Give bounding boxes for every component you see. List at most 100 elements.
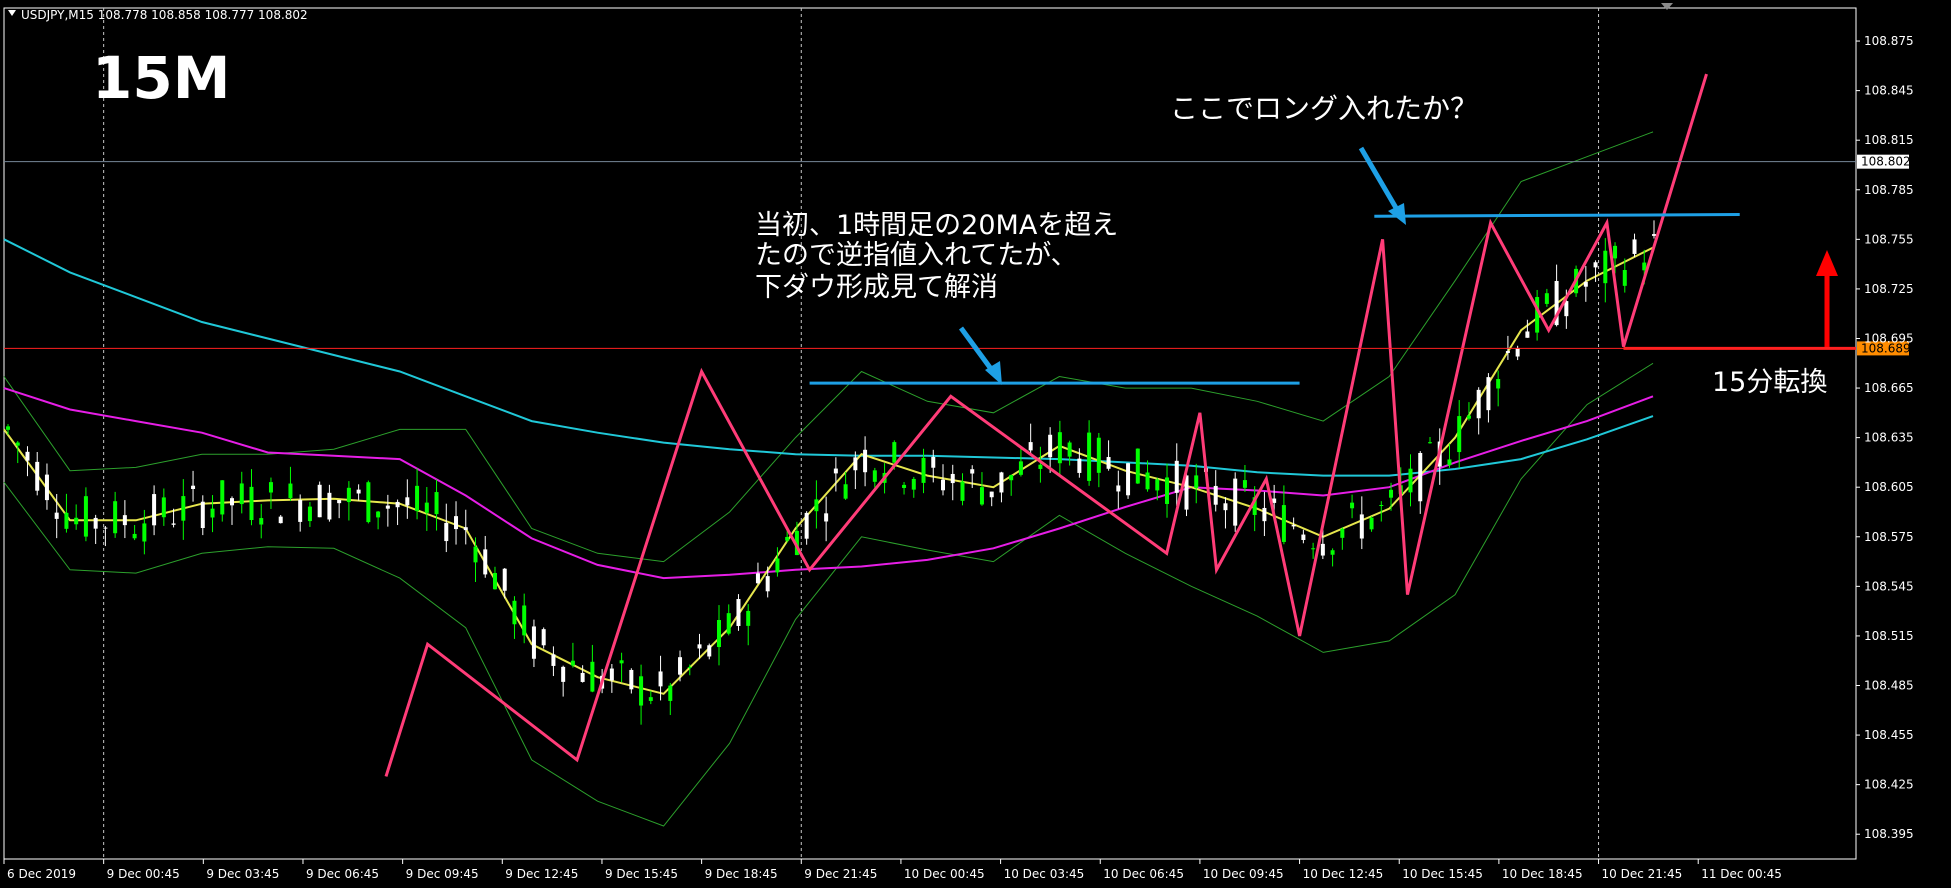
candle-body-10 bbox=[103, 527, 108, 529]
candle-body-53 bbox=[522, 605, 527, 636]
candle-body-55 bbox=[541, 629, 546, 646]
candle-body-18 bbox=[181, 496, 186, 521]
candle-body-153 bbox=[1496, 379, 1501, 389]
candle-body-4 bbox=[44, 474, 49, 501]
x-tick-label-5: 9 Dec 12:45 bbox=[505, 867, 578, 881]
current-price-label: 108.802 bbox=[1861, 155, 1911, 169]
candle-body-124 bbox=[1213, 485, 1218, 505]
candle-body-1 bbox=[15, 442, 20, 446]
x-tick-label-12: 10 Dec 09:45 bbox=[1203, 867, 1284, 881]
candle-body-109 bbox=[1067, 442, 1072, 457]
x-tick-label-8: 9 Dec 21:45 bbox=[804, 867, 877, 881]
candle-body-52 bbox=[512, 600, 517, 625]
candle-body-136 bbox=[1330, 550, 1335, 555]
candle-body-27 bbox=[268, 482, 273, 493]
y-tick-label-16: 108.395 bbox=[1864, 827, 1914, 841]
y-tick-label-15: 108.425 bbox=[1864, 778, 1914, 792]
candle-body-63 bbox=[619, 660, 624, 664]
candle-body-140 bbox=[1369, 517, 1374, 530]
candle-body-111 bbox=[1087, 432, 1092, 481]
annotation-long-question: ここでロング入れたか？ bbox=[1170, 92, 1478, 125]
candle-body-9 bbox=[93, 517, 98, 529]
price-chart[interactable]: 108.802108.689 108.875108.845108.815108.… bbox=[0, 0, 1951, 888]
candle-body-112 bbox=[1096, 437, 1101, 473]
candle-body-138 bbox=[1350, 502, 1355, 509]
candle-body-22 bbox=[220, 480, 225, 515]
candle-body-67 bbox=[658, 671, 663, 687]
timeframe-label: 15M bbox=[92, 44, 230, 112]
candle-body-149 bbox=[1457, 416, 1462, 453]
candle-body-5 bbox=[54, 512, 59, 519]
x-tick-label-14: 10 Dec 15:45 bbox=[1402, 867, 1483, 881]
candle-body-106 bbox=[1038, 464, 1043, 469]
candle-body-129 bbox=[1262, 507, 1267, 522]
x-tick-label-4: 9 Dec 09:45 bbox=[406, 867, 479, 881]
candle-body-36 bbox=[356, 489, 361, 494]
x-tick-label-7: 9 Dec 18:45 bbox=[705, 867, 778, 881]
candle-body-29 bbox=[288, 483, 293, 499]
x-tick-label-6: 9 Dec 15:45 bbox=[605, 867, 678, 881]
candle-body-152 bbox=[1486, 377, 1491, 411]
candle-body-84 bbox=[824, 513, 829, 522]
candle-body-59 bbox=[580, 672, 585, 682]
candle-body-169 bbox=[1652, 234, 1656, 236]
candle-body-32 bbox=[317, 484, 322, 518]
y-tick-label-14: 108.455 bbox=[1864, 728, 1914, 742]
candle-126 bbox=[1233, 472, 1238, 532]
candle-body-99 bbox=[970, 469, 975, 474]
candle-body-114 bbox=[1116, 485, 1121, 492]
candle-body-94 bbox=[921, 457, 926, 483]
candle-body-7 bbox=[74, 517, 79, 525]
candle-body-108 bbox=[1057, 432, 1062, 464]
candle-body-127 bbox=[1242, 480, 1247, 488]
candle-body-113 bbox=[1106, 457, 1111, 469]
candle-body-141 bbox=[1379, 504, 1384, 506]
candle-body-131 bbox=[1281, 505, 1286, 542]
candle-body-39 bbox=[385, 505, 390, 509]
candle-body-119 bbox=[1165, 477, 1170, 504]
candle-body-8 bbox=[83, 496, 88, 537]
candle-body-25 bbox=[249, 486, 254, 521]
candle-body-33 bbox=[327, 492, 332, 520]
candle-body-68 bbox=[668, 685, 673, 701]
x-tick-label-17: 11 Dec 00:45 bbox=[1701, 867, 1782, 881]
candle-body-116 bbox=[1135, 448, 1140, 484]
candle-body-43 bbox=[424, 502, 429, 513]
x-tick-label-9: 10 Dec 00:45 bbox=[904, 867, 985, 881]
y-tick-label-7: 108.665 bbox=[1864, 381, 1914, 395]
chart-background bbox=[0, 0, 1951, 888]
candle-body-62 bbox=[609, 668, 614, 681]
candle-body-122 bbox=[1194, 475, 1199, 488]
candle-body-91 bbox=[892, 442, 897, 463]
candle-body-150 bbox=[1466, 415, 1471, 419]
candle-body-58 bbox=[570, 660, 575, 666]
candle-body-97 bbox=[950, 473, 955, 484]
candle-body-163 bbox=[1593, 262, 1598, 268]
candle-body-2 bbox=[25, 451, 30, 461]
candle-body-83 bbox=[814, 499, 819, 512]
y-tick-label-12: 108.515 bbox=[1864, 629, 1914, 643]
candle-body-157 bbox=[1535, 297, 1540, 333]
candle-body-166 bbox=[1622, 269, 1627, 286]
candle-body-126 bbox=[1233, 478, 1238, 526]
candle-body-19 bbox=[191, 485, 196, 489]
candle-body-93 bbox=[911, 478, 916, 490]
candle-body-60 bbox=[590, 661, 595, 692]
candle-body-54 bbox=[531, 626, 536, 659]
candle-body-133 bbox=[1301, 534, 1306, 540]
candle-body-64 bbox=[629, 669, 634, 690]
candle-body-110 bbox=[1077, 458, 1082, 473]
candle-body-47 bbox=[463, 527, 468, 531]
y-tick-label-13: 108.485 bbox=[1864, 678, 1914, 692]
y-tick-label-6: 108.695 bbox=[1864, 331, 1914, 345]
x-tick-label-16: 10 Dec 21:45 bbox=[1602, 867, 1683, 881]
candle-body-24 bbox=[239, 483, 244, 505]
candle-body-0 bbox=[6, 426, 10, 430]
y-tick-label-9: 108.605 bbox=[1864, 480, 1914, 494]
candle-body-11 bbox=[113, 501, 118, 534]
candle-body-28 bbox=[278, 516, 283, 524]
candle-body-154 bbox=[1505, 351, 1510, 353]
candle-115 bbox=[1126, 462, 1131, 499]
candle-body-26 bbox=[259, 518, 264, 525]
candle-body-105 bbox=[1028, 442, 1033, 451]
